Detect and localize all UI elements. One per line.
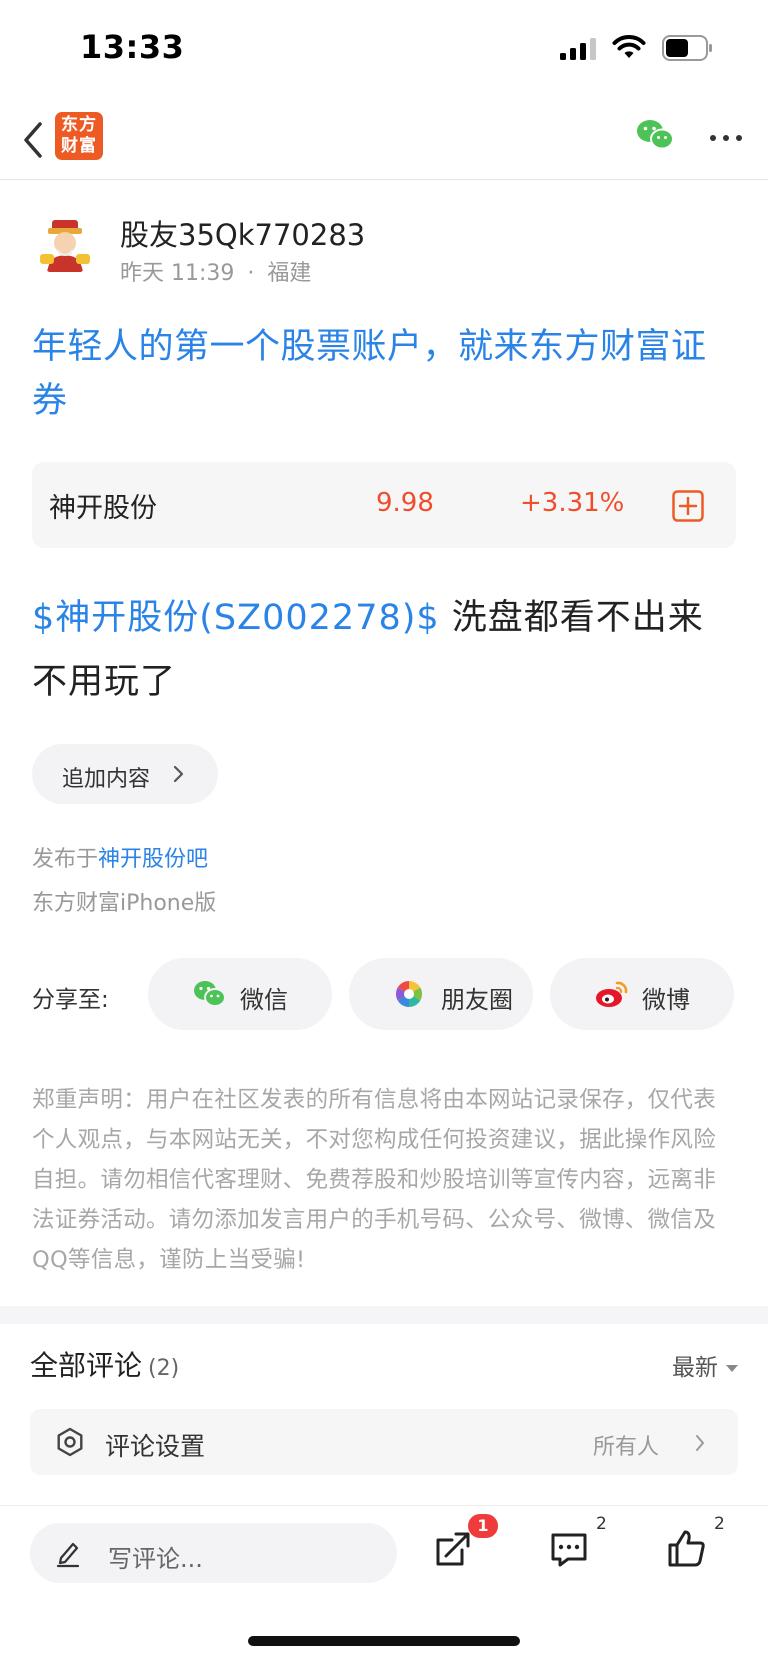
nav-bar: 东方财富 xyxy=(0,100,768,180)
gear-icon xyxy=(57,1427,83,1457)
share-wechat-label: 微信 xyxy=(240,986,288,1014)
comment-count: 2 xyxy=(596,1514,607,1534)
bottom-action-bar: 写评论... 1 2 2 xyxy=(0,1505,768,1663)
add-watchlist-icon[interactable] xyxy=(672,490,704,522)
post-location: 福建 xyxy=(267,261,312,286)
disclaimer-text: 郑重声明：用户在社区发表的所有信息将由本网站记录保存，仅代表个人观点，与本网站无… xyxy=(32,1087,717,1273)
stock-price: 9.98 xyxy=(376,488,434,518)
comments-count: (2) xyxy=(148,1356,180,1381)
comments-title: 全部评论 (2) xyxy=(30,1344,179,1384)
add-content-button[interactable]: 追加内容 xyxy=(32,744,218,804)
publish-info: 发布于神开股份吧 xyxy=(32,841,208,873)
share-weibo-button[interactable]: 微博 xyxy=(550,958,734,1030)
comment-input[interactable]: 写评论... xyxy=(30,1523,397,1583)
stock-card[interactable]: 神开股份 9.98 +3.31% xyxy=(32,462,736,548)
add-content-label: 追加内容 xyxy=(62,767,151,792)
share-moments-label: 朋友圈 xyxy=(441,986,513,1014)
status-bar: 13:33 xyxy=(0,0,768,100)
like-count: 2 xyxy=(714,1514,725,1534)
cellular-signal-icon xyxy=(560,38,596,60)
wechat-icon[interactable] xyxy=(636,118,676,152)
comment-settings-label: 评论设置 xyxy=(105,1432,206,1461)
share-icon xyxy=(436,1532,470,1566)
section-divider xyxy=(0,1306,768,1324)
post-body: $神开股份(SZ002278)$ 洗盘都看不出来不用玩了 xyxy=(32,586,738,714)
share-row: 分享至: 微信 朋友圈 微博 xyxy=(32,958,736,1030)
published-prefix: 发布于 xyxy=(32,847,99,872)
share-weibo-label: 微博 xyxy=(642,986,690,1014)
stock-change: +3.31% xyxy=(520,488,625,518)
chevron-right-icon xyxy=(173,765,184,783)
comment-icon xyxy=(551,1533,587,1567)
share-label: 分享至: xyxy=(32,987,109,1013)
post-time: 昨天 11:39 xyxy=(120,261,235,286)
client-info: 东方财富iPhone版 xyxy=(32,891,217,916)
comment-input-placeholder: 写评论... xyxy=(108,1545,203,1573)
stock-tag-link[interactable]: $神开股份(SZ002278)$ xyxy=(32,598,440,638)
share-badge: 1 xyxy=(468,1514,498,1538)
chevron-right-icon xyxy=(696,1435,704,1451)
share-wechat-button[interactable]: 微信 xyxy=(148,958,332,1030)
status-time: 13:33 xyxy=(80,28,185,66)
post-title[interactable]: 年轻人的第一个股票账户，就来东方财富证券 xyxy=(32,320,738,428)
stock-bar-link[interactable]: 神开股份吧 xyxy=(98,847,208,872)
like-button[interactable]: 2 xyxy=(666,1514,725,1578)
moments-icon xyxy=(395,980,423,1008)
sort-label: 最新 xyxy=(672,1355,718,1381)
meta-separator: · xyxy=(247,261,255,286)
app-logo[interactable]: 东方财富 xyxy=(55,112,103,160)
sort-dropdown[interactable]: 最新 xyxy=(672,1348,738,1382)
home-indicator xyxy=(248,1636,520,1646)
comments-title-label: 全部评论 xyxy=(30,1349,143,1382)
pencil-icon xyxy=(56,1542,80,1568)
comments-button[interactable]: 2 xyxy=(548,1514,607,1578)
thumbs-up-icon xyxy=(668,1530,705,1567)
author-name[interactable]: 股友35Qk770283 xyxy=(120,212,365,254)
avatar[interactable] xyxy=(32,210,98,276)
wechat-icon xyxy=(194,981,226,1007)
caret-down-icon xyxy=(726,1365,738,1372)
more-dots-icon[interactable] xyxy=(708,132,744,144)
battery-icon xyxy=(662,35,712,61)
share-button[interactable]: 1 xyxy=(432,1514,498,1578)
post-meta: 昨天 11:39 · 福建 xyxy=(120,255,311,287)
stock-name: 神开股份 xyxy=(49,493,157,524)
wifi-icon xyxy=(612,35,646,58)
weibo-icon xyxy=(596,981,628,1007)
comment-settings-value: 所有人 xyxy=(593,1435,660,1460)
author-header: 股友35Qk770283 昨天 11:39 · 福建 xyxy=(32,200,736,290)
share-moments-button[interactable]: 朋友圈 xyxy=(349,958,533,1030)
comments-header: 全部评论 (2) 最新 xyxy=(30,1344,738,1384)
chevron-left-icon[interactable] xyxy=(18,116,48,164)
comment-settings-row[interactable]: 评论设置 所有人 xyxy=(30,1409,738,1475)
